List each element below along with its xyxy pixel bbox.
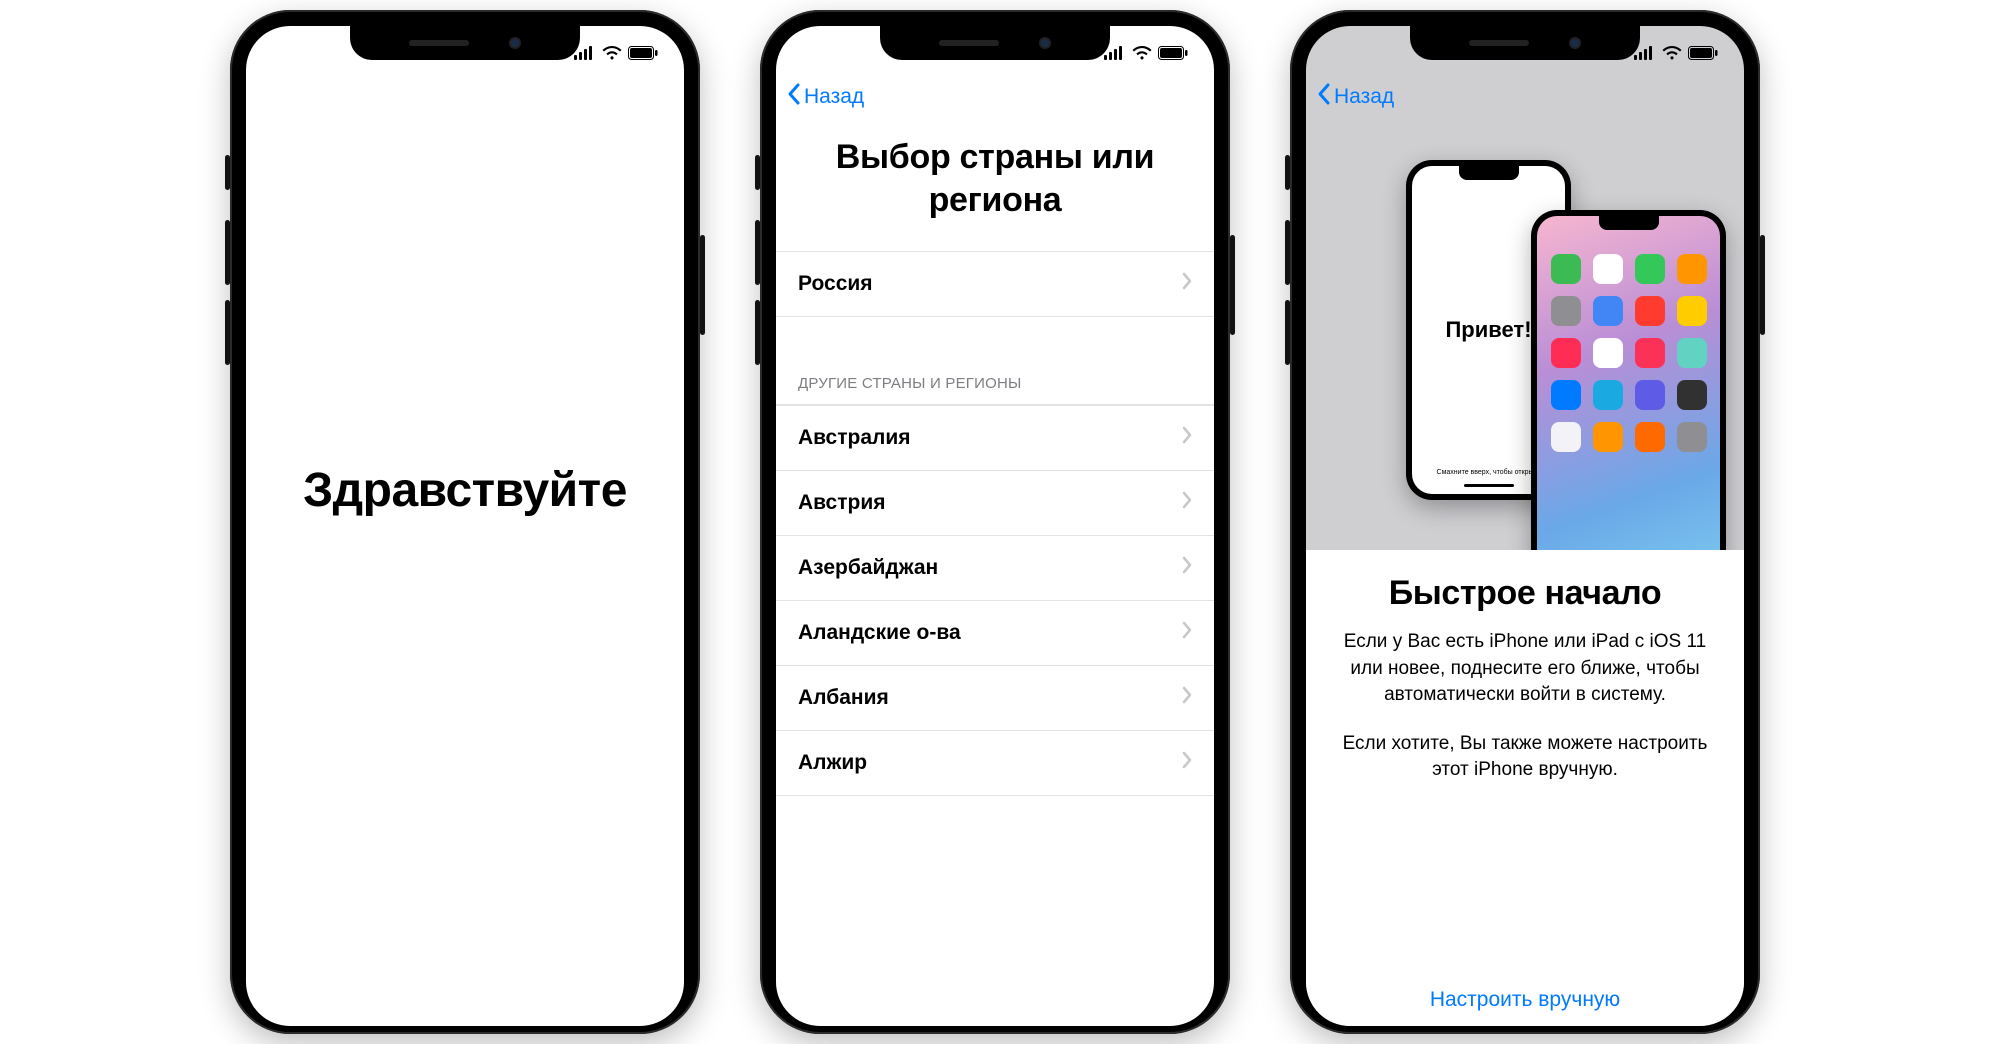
- country-list: Россия ДРУГИЕ СТРАНЫ И РЕГИОНЫ Австралия…: [776, 251, 1214, 796]
- country-label: Австрия: [798, 491, 886, 515]
- app-icon: [1551, 380, 1581, 410]
- app-icon: [1593, 338, 1623, 368]
- app-icon: [1593, 380, 1623, 410]
- country-label: Россия: [798, 272, 873, 296]
- country-row[interactable]: Албания: [776, 666, 1214, 731]
- country-row[interactable]: Австралия: [776, 405, 1214, 471]
- mute-switch: [1285, 155, 1290, 190]
- nav-bar: Назад: [1306, 74, 1744, 120]
- phone-quickstart: Назад Привет! Смахните вверх, чтобы откр…: [1290, 10, 1760, 1034]
- quickstart-title: Быстрое начало: [1334, 574, 1716, 613]
- quickstart-hero: Привет! Смахните вверх, чтобы открыть: [1306, 120, 1744, 550]
- chevron-right-icon: [1182, 556, 1192, 580]
- app-icon: [1551, 296, 1581, 326]
- volume-down-button: [755, 300, 760, 365]
- notch: [350, 26, 580, 60]
- back-button[interactable]: Назад: [1316, 82, 1394, 112]
- app-icon: [1635, 254, 1665, 284]
- chevron-right-icon: [1182, 621, 1192, 645]
- screen-hello: Здравствуйте: [246, 26, 684, 1026]
- country-label: Албания: [798, 686, 889, 710]
- battery-icon: [628, 46, 658, 60]
- notch: [880, 26, 1110, 60]
- country-label: Азербайджан: [798, 556, 938, 580]
- app-icon: [1593, 254, 1623, 284]
- app-icon: [1677, 422, 1707, 452]
- app-icon: [1551, 338, 1581, 368]
- app-icon: [1593, 296, 1623, 326]
- battery-icon: [1688, 46, 1718, 60]
- country-label: Австралия: [798, 426, 911, 450]
- chevron-right-icon: [1182, 272, 1192, 296]
- volume-up-button: [755, 220, 760, 285]
- hello-container: Здравствуйте: [246, 74, 684, 1026]
- quickstart-p2: Если хотите, Вы также можете настроить э…: [1334, 731, 1716, 784]
- phone-country: Назад Выбор страны или региона Россия ДР…: [760, 10, 1230, 1034]
- wifi-icon: [602, 46, 622, 60]
- phone-hello: Здравствуйте: [230, 10, 700, 1034]
- app-icon: [1677, 380, 1707, 410]
- app-icon: [1551, 422, 1581, 452]
- app-icon: [1593, 422, 1623, 452]
- setup-manually-link[interactable]: Настроить вручную: [1306, 988, 1744, 1012]
- volume-up-button: [225, 220, 230, 285]
- back-label: Назад: [1334, 85, 1394, 109]
- battery-icon: [1158, 46, 1188, 60]
- app-icon: [1635, 338, 1665, 368]
- screen-quickstart: Назад Привет! Смахните вверх, чтобы откр…: [1306, 26, 1744, 1026]
- hero-phone-home: [1531, 210, 1726, 550]
- side-button: [700, 235, 705, 335]
- back-button[interactable]: Назад: [786, 82, 864, 112]
- home-indicator-icon: [1464, 484, 1514, 487]
- country-label: Алжир: [798, 751, 867, 775]
- quickstart-p1: Если у Вас есть iPhone или iPad с iOS 11…: [1334, 629, 1716, 709]
- wifi-icon: [1662, 46, 1682, 60]
- country-row[interactable]: Азербайджан: [776, 536, 1214, 601]
- hero-greeting: Привет!: [1445, 317, 1531, 343]
- side-button: [1760, 235, 1765, 335]
- wifi-icon: [1132, 46, 1152, 60]
- chevron-right-icon: [1182, 426, 1192, 450]
- app-icon: [1551, 254, 1581, 284]
- country-label: Аландские о-ва: [798, 621, 961, 645]
- chevron-right-icon: [1182, 491, 1192, 515]
- country-row[interactable]: Австрия: [776, 471, 1214, 536]
- chevron-left-icon: [1316, 82, 1334, 112]
- app-icon: [1635, 380, 1665, 410]
- app-icon: [1677, 254, 1707, 284]
- hero-app-grid: [1537, 246, 1720, 460]
- back-label: Назад: [804, 85, 864, 109]
- country-row[interactable]: Аландские о-ва: [776, 601, 1214, 666]
- mute-switch: [225, 155, 230, 190]
- hero-swipe-hint: Смахните вверх, чтобы открыть: [1437, 469, 1541, 476]
- country-row[interactable]: Алжир: [776, 731, 1214, 796]
- app-icon: [1677, 296, 1707, 326]
- section-header-other: ДРУГИЕ СТРАНЫ И РЕГИОНЫ: [776, 317, 1214, 405]
- mute-switch: [755, 155, 760, 190]
- screen-country: Назад Выбор страны или региона Россия ДР…: [776, 26, 1214, 1026]
- nav-bar: Назад: [776, 74, 1214, 120]
- quickstart-body: Быстрое начало Если у Вас есть iPhone ил…: [1306, 550, 1744, 1026]
- volume-down-button: [1285, 300, 1290, 365]
- notch: [1410, 26, 1640, 60]
- hello-greeting: Здравствуйте: [303, 463, 627, 518]
- app-icon: [1635, 296, 1665, 326]
- chevron-right-icon: [1182, 751, 1192, 775]
- volume-up-button: [1285, 220, 1290, 285]
- app-icon: [1677, 338, 1707, 368]
- chevron-right-icon: [1182, 686, 1192, 710]
- page-title: Выбор страны или региона: [776, 120, 1214, 251]
- side-button: [1230, 235, 1235, 335]
- app-icon: [1635, 422, 1665, 452]
- chevron-left-icon: [786, 82, 804, 112]
- country-row-primary[interactable]: Россия: [776, 251, 1214, 317]
- volume-down-button: [225, 300, 230, 365]
